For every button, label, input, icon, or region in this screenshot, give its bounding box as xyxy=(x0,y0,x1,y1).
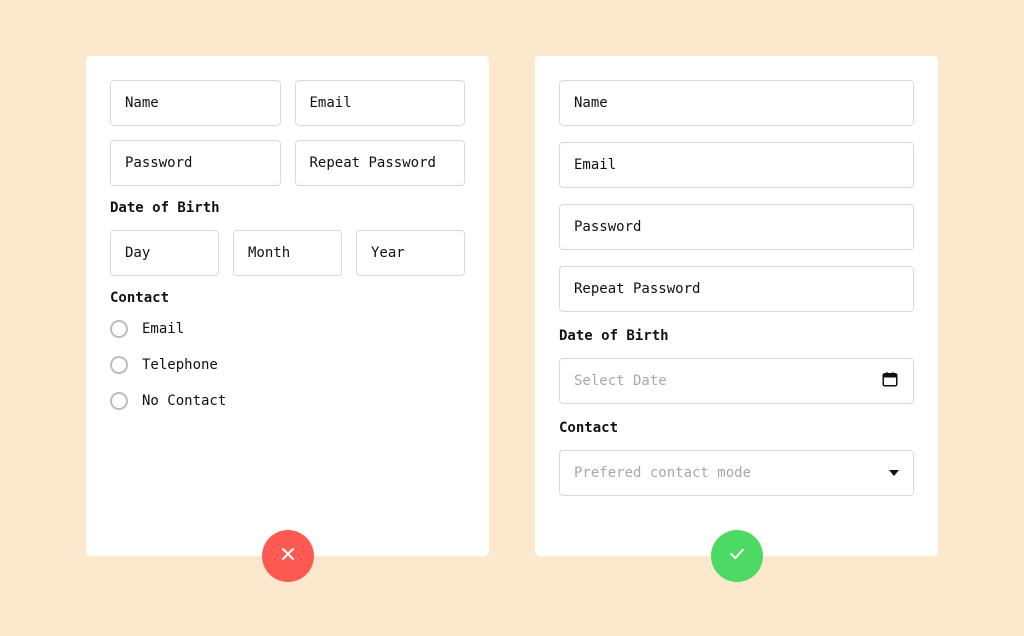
dob-day-input[interactable]: Day xyxy=(110,230,219,276)
name-input[interactable]: Name xyxy=(559,80,914,126)
password-input[interactable]: Password xyxy=(559,204,914,250)
select-placeholder: Prefered contact mode xyxy=(574,465,751,481)
input-label: Repeat Password xyxy=(574,281,700,297)
chevron-down-icon xyxy=(889,470,899,476)
radio-telephone[interactable]: Telephone xyxy=(110,356,465,374)
email-input[interactable]: Email xyxy=(559,142,914,188)
repeat-password-input[interactable]: Repeat Password xyxy=(295,140,466,186)
input-label: Name xyxy=(125,95,159,111)
input-label: Day xyxy=(125,245,150,261)
input-label: Password xyxy=(574,219,641,235)
close-icon xyxy=(278,544,298,568)
dob-label: Date of Birth xyxy=(110,200,465,216)
status-badge-good xyxy=(711,530,763,582)
radio-email[interactable]: Email xyxy=(110,320,465,338)
contact-label: Contact xyxy=(559,420,914,436)
input-label: Name xyxy=(574,95,608,111)
input-placeholder: Select Date xyxy=(574,373,667,389)
input-label: Email xyxy=(574,157,616,173)
status-badge-bad xyxy=(262,530,314,582)
input-label: Password xyxy=(125,155,192,171)
check-icon xyxy=(727,544,747,568)
radio-icon xyxy=(110,392,128,410)
repeat-password-input[interactable]: Repeat Password xyxy=(559,266,914,312)
calendar-icon xyxy=(881,370,899,392)
dob-month-input[interactable]: Month xyxy=(233,230,342,276)
input-label: Month xyxy=(248,245,290,261)
email-input[interactable]: Email xyxy=(295,80,466,126)
contact-label: Contact xyxy=(110,290,465,306)
form-card-good: Name Email Password Repeat Password Date… xyxy=(535,56,938,556)
radio-icon xyxy=(110,320,128,338)
radio-label: Telephone xyxy=(142,357,218,373)
radio-no-contact[interactable]: No Contact xyxy=(110,392,465,410)
radio-icon xyxy=(110,356,128,374)
password-input[interactable]: Password xyxy=(110,140,281,186)
input-label: Email xyxy=(310,95,352,111)
dob-date-picker[interactable]: Select Date xyxy=(559,358,914,404)
form-card-bad: Name Email Password Repeat Password Date… xyxy=(86,56,489,556)
dob-year-input[interactable]: Year xyxy=(356,230,465,276)
input-label: Year xyxy=(371,245,405,261)
contact-select[interactable]: Prefered contact mode xyxy=(559,450,914,496)
name-input[interactable]: Name xyxy=(110,80,281,126)
input-label: Repeat Password xyxy=(310,155,436,171)
dob-label: Date of Birth xyxy=(559,328,914,344)
radio-label: Email xyxy=(142,321,184,337)
radio-label: No Contact xyxy=(142,393,226,409)
